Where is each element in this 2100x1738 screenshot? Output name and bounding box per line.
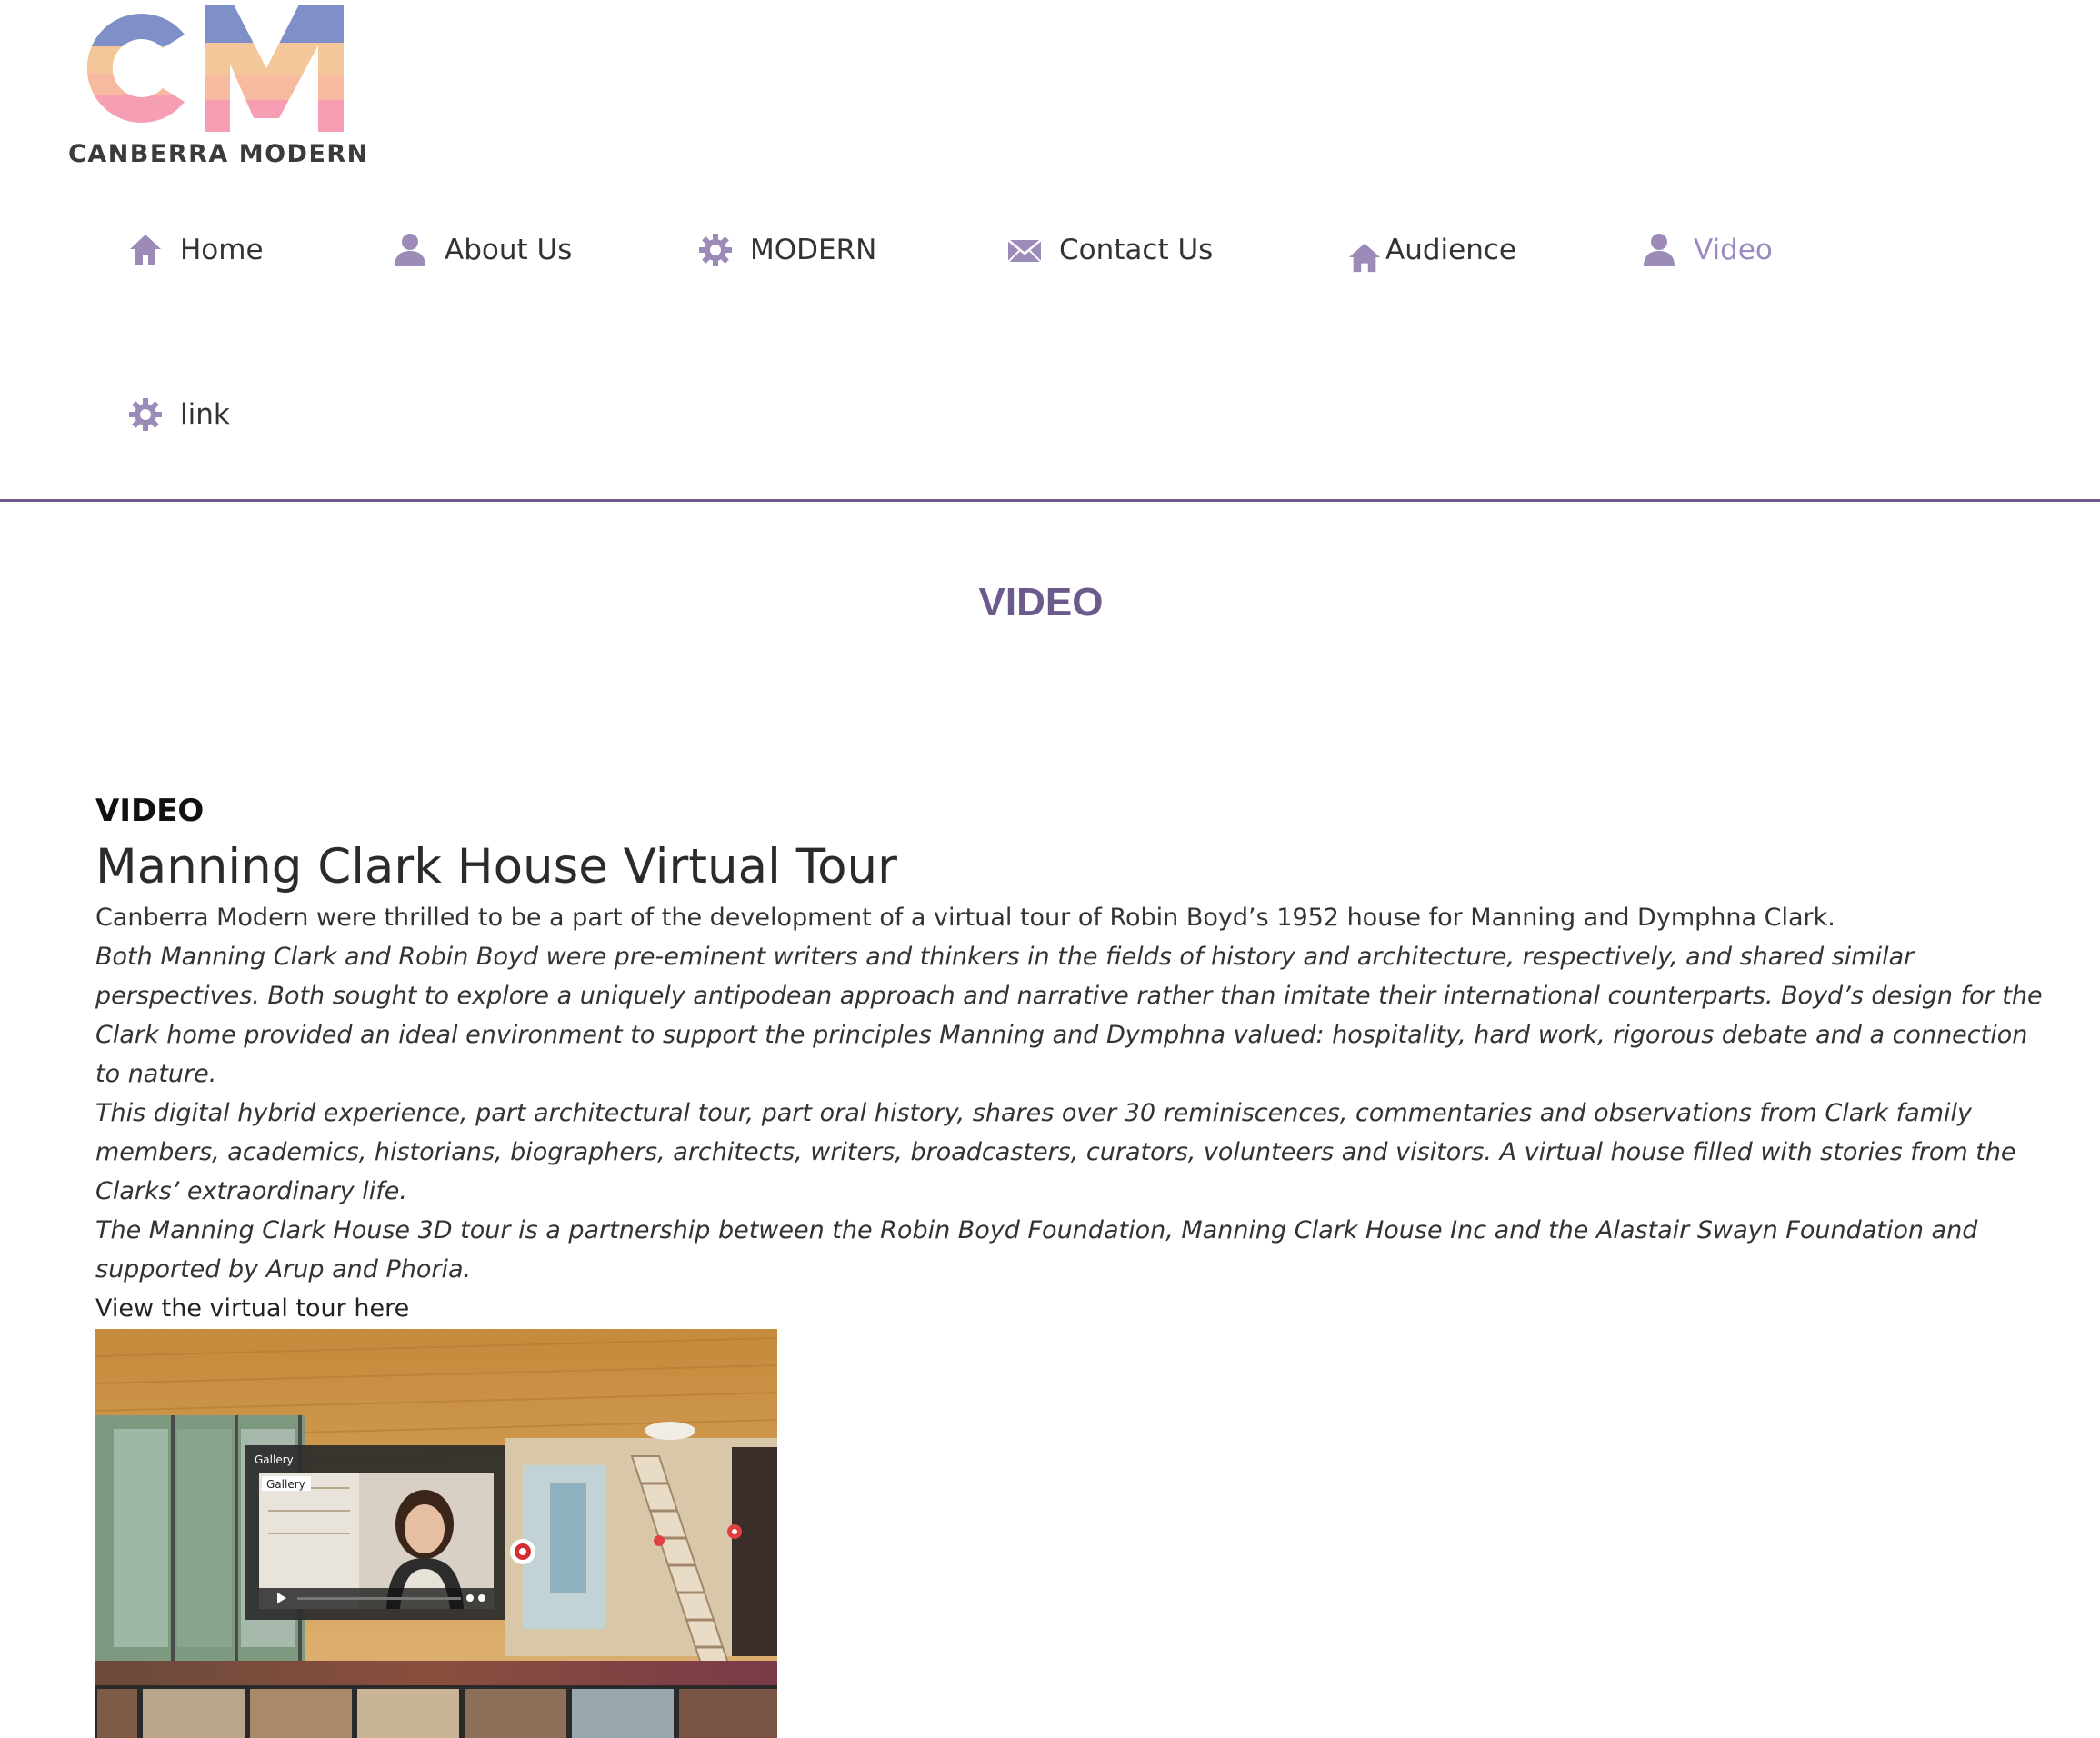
nav-item-label: Contact Us: [1059, 234, 1214, 266]
nav-item-audience[interactable]: Audience: [1347, 227, 1516, 273]
intro-paragraph: Canberra Modern were thrilled to be a pa…: [95, 904, 1835, 932]
paragraph-partnership: The Manning Clark House 3D tour is a par…: [95, 1216, 1978, 1284]
tour-preview-image: Gallery Gallery: [95, 1329, 777, 1738]
nav-item-contact-us[interactable]: Contact Us: [1006, 227, 1213, 273]
gear-icon: [697, 232, 734, 268]
nav-item-label: Home: [180, 234, 264, 266]
svg-text:Gallery: Gallery: [266, 1478, 305, 1491]
house-icon: [1347, 240, 1382, 275]
article-title: Manning Clark House Virtual Tour: [95, 839, 897, 894]
user-icon: [1641, 232, 1677, 268]
paragraph-digital-hybrid: This digital hybrid experience, part arc…: [95, 1099, 2016, 1205]
virtual-tour-link[interactable]: View the virtual tour here: [95, 1289, 2050, 1328]
nav-item-video[interactable]: Video: [1641, 227, 1773, 273]
logo-wordmark: CANBERRA MODERN: [68, 140, 369, 168]
nav-item-label: About Us: [445, 234, 573, 266]
gear-icon: [127, 396, 164, 433]
nav-item-label: Video: [1694, 234, 1773, 266]
paragraph-boyd-clark: Both Manning Clark and Robin Boyd were p…: [95, 943, 2043, 1088]
nav-item-link[interactable]: link: [127, 392, 230, 437]
nav-item-label: MODERN: [750, 234, 877, 266]
nav-item-label: Audience: [1385, 234, 1516, 266]
svg-text:Gallery: Gallery: [255, 1453, 294, 1466]
site-logo[interactable]: CANBERRA MODERN: [68, 0, 369, 173]
home-icon: [127, 232, 164, 268]
user-icon: [392, 232, 428, 268]
nav-item-home[interactable]: Home: [127, 227, 264, 273]
virtual-tour-thumbnail[interactable]: Gallery Gallery: [95, 1329, 777, 1738]
nav-divider: [0, 499, 2100, 502]
section-label: VIDEO: [95, 793, 205, 829]
nav-item-about-us[interactable]: About Us: [392, 227, 572, 273]
nav-item-modern[interactable]: MODERN: [697, 227, 876, 273]
page-title: VIDEO: [978, 580, 1104, 624]
nav-item-label: link: [180, 398, 230, 431]
cm-logo-mark: [86, 5, 344, 132]
envelope-icon: [1006, 232, 1043, 268]
article: VIDEO Manning Clark House Virtual Tour C…: [95, 788, 2050, 1738]
